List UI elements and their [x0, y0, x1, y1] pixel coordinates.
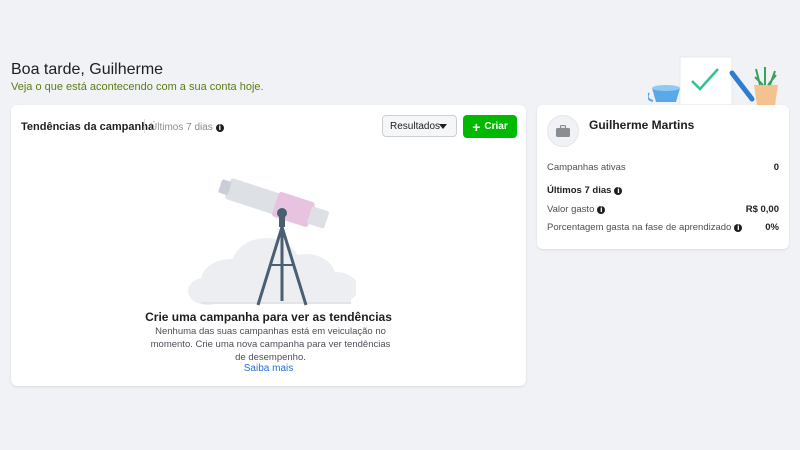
trends-period: Últimos 7 dias i: [150, 122, 224, 133]
info-icon[interactable]: i: [597, 205, 606, 214]
create-button[interactable]: + Criar: [463, 115, 517, 138]
learning-spend-row: Porcentagem gasta na fase de aprendizado…: [547, 222, 779, 233]
greeting-block: Boa tarde, Guilherme Veja o que está aco…: [11, 60, 264, 93]
account-name: Guilherme Martins: [589, 118, 695, 132]
active-campaigns-row: Campanhas ativas 0: [547, 162, 779, 173]
empty-state-description: Nenhuma das suas campanhas está em veicu…: [150, 326, 391, 363]
plus-icon: +: [472, 118, 481, 135]
results-dropdown-value: Resultados: [390, 120, 441, 132]
amount-spent-value: R$ 0,00: [745, 204, 779, 215]
page-title: Boa tarde, Guilherme: [11, 61, 164, 78]
briefcase-icon: [556, 125, 570, 137]
active-campaigns-label: Campanhas ativas: [547, 162, 626, 173]
create-button-label: Criar: [484, 121, 508, 132]
trends-title: Tendências da campanha: [21, 121, 155, 133]
account-summary-card: Guilherme Martins Campanhas ativas 0 Últ…: [537, 105, 789, 249]
amount-spent-row: Valor gasto i R$ 0,00: [547, 204, 779, 215]
info-icon[interactable]: i: [614, 186, 623, 195]
telescope-illustration-icon: [188, 178, 356, 306]
learning-spend-label-wrap: Porcentagem gasta na fase de aprendizado…: [547, 222, 743, 233]
info-icon[interactable]: i: [734, 223, 743, 232]
empty-state-title: Crie uma campanha para ver as tendências: [145, 310, 392, 324]
period-heading-label: Últimos 7 dias: [547, 185, 612, 196]
avatar[interactable]: [547, 115, 579, 147]
results-dropdown[interactable]: Resultados: [382, 115, 457, 137]
trends-period-label: Últimos 7 dias: [150, 122, 213, 133]
amount-spent-label-wrap: Valor gasto i: [547, 204, 606, 215]
amount-spent-label: Valor gasto: [547, 204, 595, 215]
learning-spend-label: Porcentagem gasta na fase de aprendizado: [547, 222, 732, 233]
active-campaigns-value: 0: [773, 162, 779, 173]
title-divider: [144, 119, 145, 133]
learn-more-link[interactable]: Saiba mais: [11, 363, 526, 374]
info-icon[interactable]: i: [215, 123, 224, 132]
learning-spend-value: 0%: [765, 222, 779, 233]
campaign-trends-card: Tendências da campanha Últimos 7 dias i …: [11, 105, 526, 386]
page-subtitle: Veja o que está acontecendo com a sua co…: [11, 81, 264, 93]
desk-illustration-icon: [648, 56, 778, 106]
period-heading-row: Últimos 7 dias i: [547, 185, 779, 196]
period-heading: Últimos 7 dias i: [547, 185, 623, 196]
caret-down-icon: [439, 124, 447, 129]
